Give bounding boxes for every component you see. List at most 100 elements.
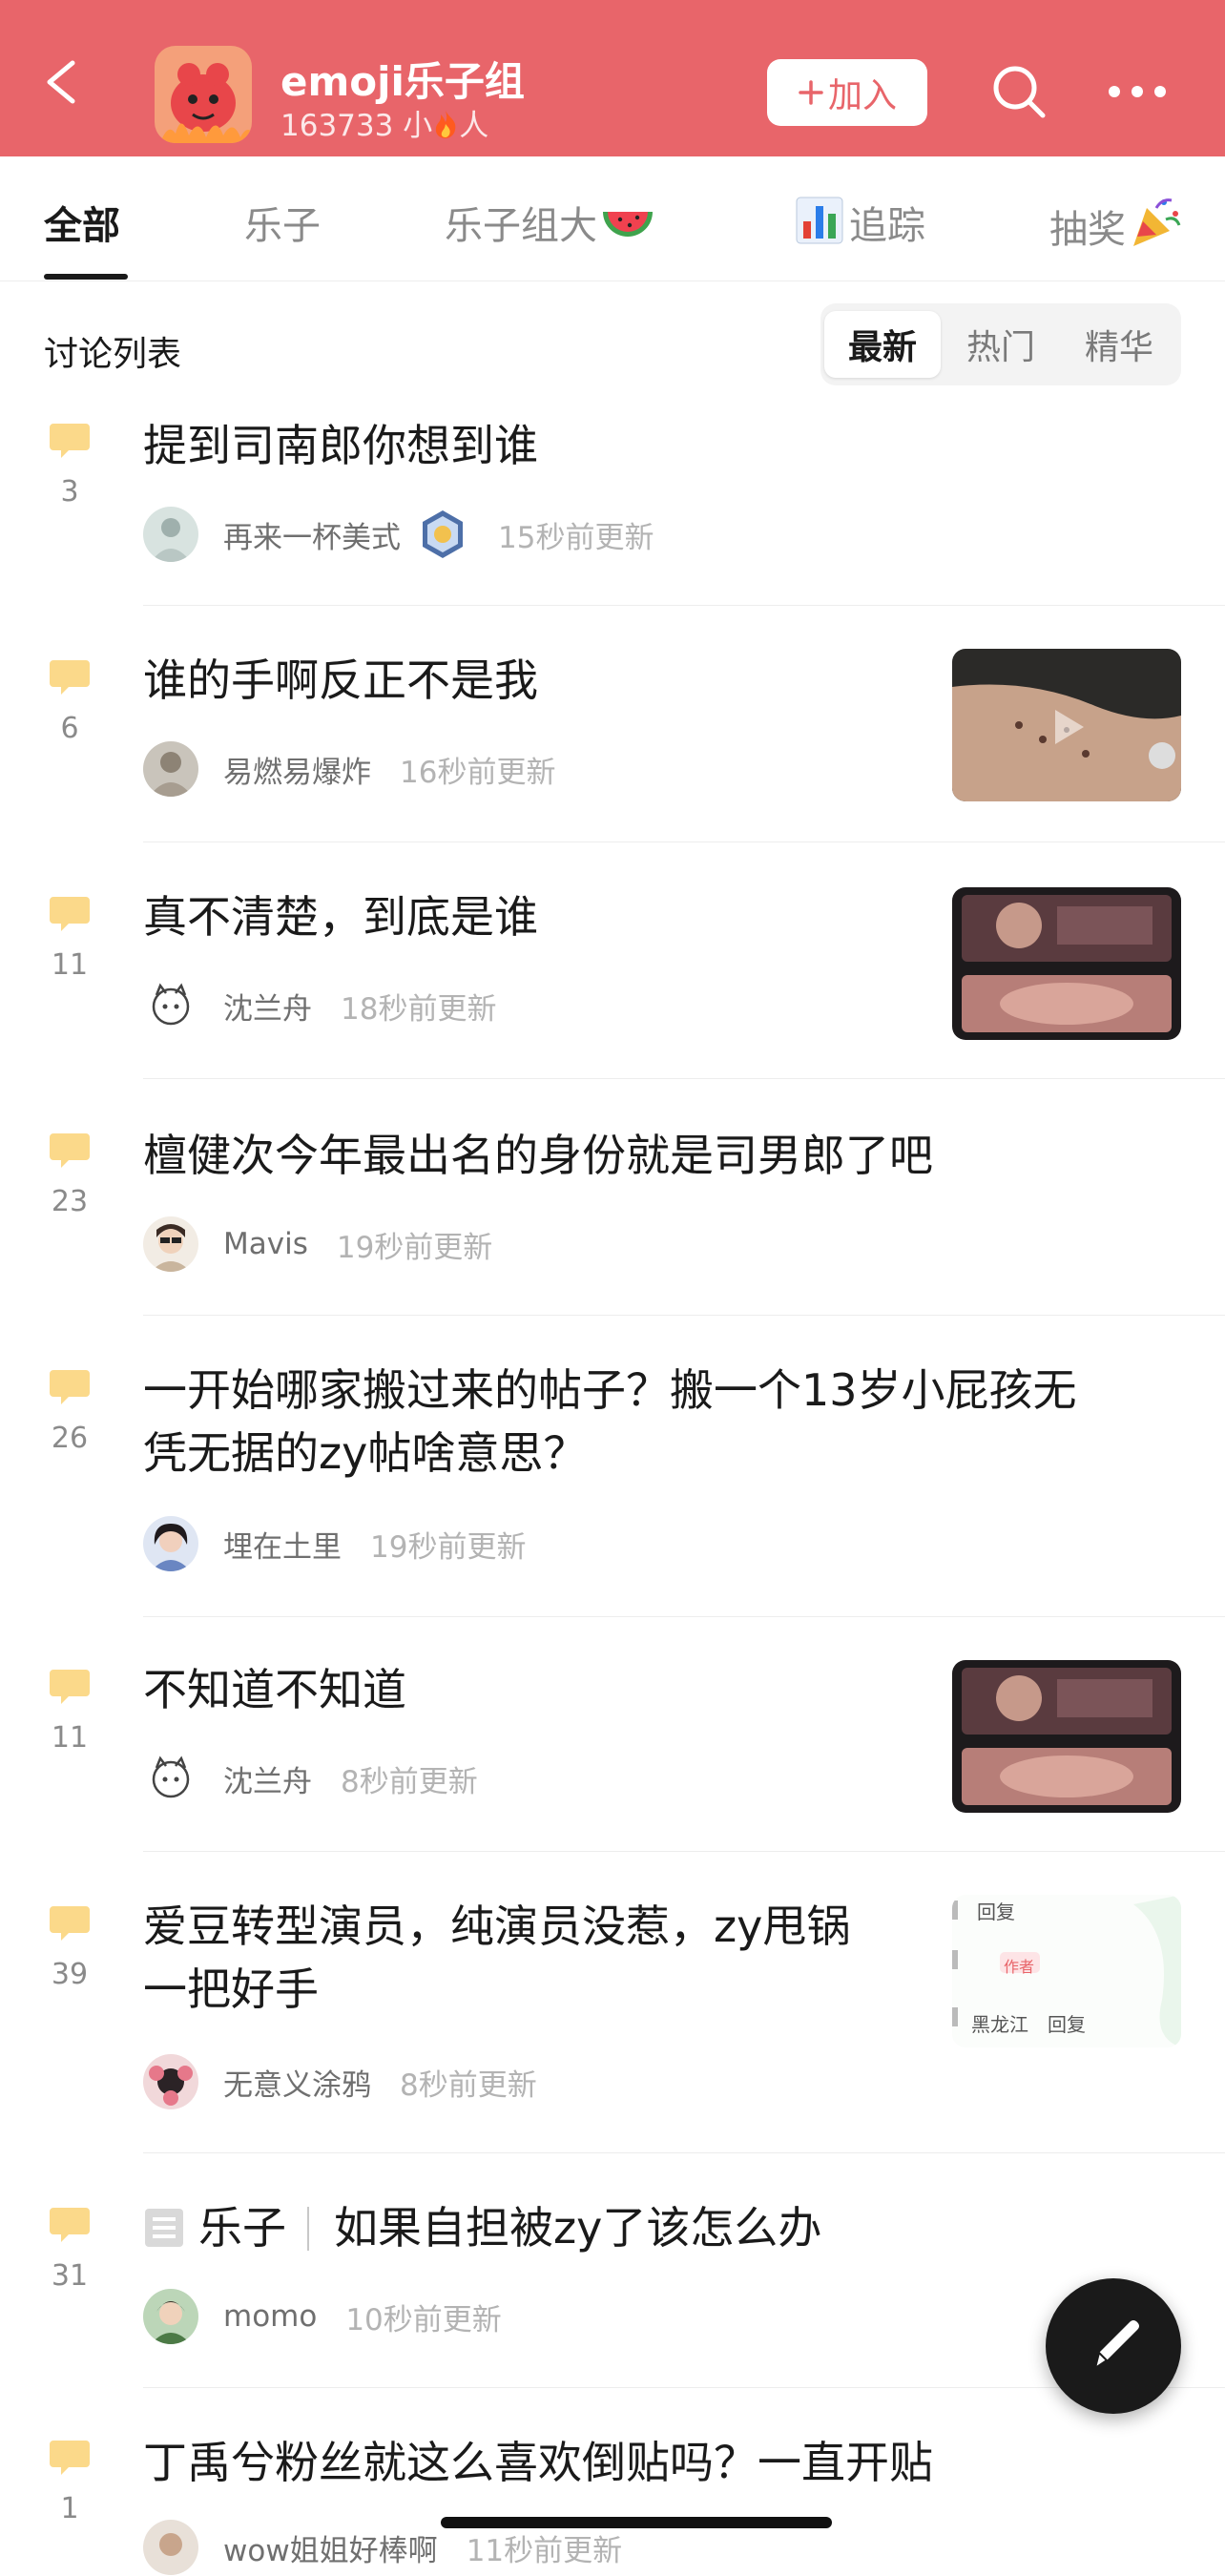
comment-count: 26: [51, 1422, 89, 1455]
divider: [143, 1078, 1225, 1079]
author-name[interactable]: Mavis: [223, 1227, 308, 1261]
post-thumbnail[interactable]: [952, 1660, 1181, 1813]
home-indicator: [441, 2517, 832, 2528]
post-title-line: 爱豆转型演员，纯演员没惹，zy甩锅: [143, 1901, 851, 1952]
author-name[interactable]: 沈兰舟: [223, 985, 312, 1028]
divider: [143, 1616, 1225, 1617]
post-title[interactable]: 一开始哪家搬过来的帖子？搬一个13岁小屁孩无 凭无据的zy帖啥意思？: [143, 1359, 1193, 1485]
author-name[interactable]: 无意义涂鸦: [223, 2061, 371, 2104]
author-name[interactable]: momo: [223, 2299, 317, 2334]
update-time: 19秒前更新: [336, 1230, 493, 1265]
tab-all[interactable]: 全部: [44, 195, 120, 250]
plus-icon: [799, 80, 823, 105]
author-name[interactable]: 沈兰舟: [223, 1757, 312, 1800]
comment-icon: [50, 660, 90, 695]
thumb-text: 回复: [1048, 2013, 1086, 2036]
avatar[interactable]: [143, 1216, 198, 1272]
tab-label: 追踪: [849, 204, 925, 248]
avatar[interactable]: [143, 2520, 198, 2575]
search-icon[interactable]: [990, 63, 1048, 120]
category-separator: [307, 2207, 309, 2251]
comment-icon: [50, 1370, 90, 1404]
post-title[interactable]: 提到司南郎你想到谁: [143, 414, 538, 477]
chevron-left-icon[interactable]: [42, 59, 80, 105]
comment-count: 1: [60, 2492, 79, 2525]
author-name[interactable]: wow姐姐好棒啊: [223, 2526, 438, 2569]
comment-count: 3: [60, 475, 79, 509]
sort-latest[interactable]: 最新: [824, 311, 941, 378]
member-label-post: 人: [459, 109, 489, 143]
sort-featured[interactable]: 精华: [1061, 311, 1177, 378]
post-meta: 沈兰舟 8秒前更新: [143, 1750, 478, 1807]
avatar[interactable]: [143, 1751, 198, 1806]
post-title[interactable]: 檀健次今年最出名的身份就是司男郎了吧: [143, 1124, 933, 1187]
post-meta: 埋在土里 19秒前更新: [143, 1515, 526, 1572]
bar-chart-icon: [796, 197, 843, 244]
thumb-text: 作者: [1004, 1958, 1035, 1976]
avatar[interactable]: [143, 507, 198, 562]
update-time: 15秒前更新: [498, 520, 654, 555]
update-time: 8秒前更新: [400, 2067, 537, 2103]
post-title[interactable]: 真不清楚，到底是谁: [143, 885, 538, 948]
avatar[interactable]: [143, 1516, 198, 1571]
post-meta: momo 10秒前更新: [143, 2288, 502, 2345]
comment-icon: [50, 1133, 90, 1168]
sort-segmented-control: 最新 热门 精华: [820, 303, 1181, 385]
post-thumbnail[interactable]: [952, 649, 1181, 801]
member-label-pre: 小: [403, 109, 433, 143]
more-icon[interactable]: [1107, 80, 1168, 103]
post-meta: Mavis 19秒前更新: [143, 1215, 492, 1273]
group-name: emoji乐子组: [280, 58, 525, 105]
comment-icon: [50, 897, 90, 931]
author-name[interactable]: 易燃易爆炸: [223, 748, 371, 791]
avatar[interactable]: [143, 2054, 198, 2109]
comment-count: 23: [51, 1185, 89, 1218]
author-name[interactable]: 埋在土里: [223, 1523, 342, 1566]
avatar[interactable]: [143, 978, 198, 1033]
tab-lottery[interactable]: 抽奖: [1049, 195, 1183, 254]
post-category[interactable]: 乐子: [198, 2202, 286, 2254]
avatar[interactable]: [143, 741, 198, 797]
tab-lezi[interactable]: 乐子: [244, 195, 321, 250]
post-title-line: 凭无据的zy帖啥意思？: [143, 1427, 588, 1479]
divider: [143, 841, 1225, 842]
sort-hot[interactable]: 热门: [943, 311, 1059, 378]
active-tab-indicator: [44, 274, 128, 280]
group-header: emoji乐子组 163733 小人 加入: [0, 0, 1225, 156]
tab-label: 乐子组大: [445, 204, 597, 248]
comment-count: 39: [51, 1958, 89, 1991]
divider: [143, 1315, 1225, 1316]
update-time: 8秒前更新: [341, 1764, 478, 1799]
post-title[interactable]: 爱豆转型演员，纯演员没惹，zy甩锅 一把好手: [143, 1895, 935, 2021]
post-title[interactable]: 不知道不知道: [143, 1658, 406, 1721]
update-time: 18秒前更新: [341, 991, 497, 1027]
comment-icon: [50, 1906, 90, 1941]
fire-icon: [436, 111, 456, 138]
comment-icon: [50, 424, 90, 458]
join-label: 加入: [827, 76, 897, 115]
comment-icon: [50, 1670, 90, 1704]
group-avatar[interactable]: [155, 46, 252, 143]
badge-icon: [423, 510, 463, 558]
update-time: 10秒前更新: [345, 2302, 502, 2337]
comment-icon: [50, 2208, 90, 2242]
post-title[interactable]: 谁的手啊反正不是我: [143, 649, 538, 712]
post-thumbnail[interactable]: 回复 作者 黑龙江 回复: [952, 1895, 1181, 2047]
divider: [143, 2152, 1225, 2153]
tab-label: 抽奖: [1049, 208, 1126, 252]
compose-button[interactable]: [1046, 2278, 1181, 2414]
post-title[interactable]: 乐子 如果自担被zy了该怎么办: [143, 2196, 821, 2259]
post-thumbnail[interactable]: [952, 887, 1181, 1040]
member-count: 163733 小人: [280, 101, 488, 144]
post-title-line: 一把好手: [143, 1963, 319, 2015]
party-popper-icon: [1133, 198, 1181, 246]
tab-tracking[interactable]: 追踪: [796, 195, 925, 250]
pen-icon: [1093, 2320, 1139, 2371]
join-button[interactable]: 加入: [767, 59, 927, 126]
post-meta: 易燃易爆炸 16秒前更新: [143, 740, 555, 798]
tab-lezi-zuda[interactable]: 乐子组大: [445, 195, 654, 250]
post-title[interactable]: 丁禹兮粉丝就这么喜欢倒贴吗？一直开贴: [143, 2431, 933, 2494]
author-name[interactable]: 再来一杯美式: [223, 513, 401, 556]
avatar[interactable]: [143, 2289, 198, 2344]
update-time: 11秒前更新: [466, 2533, 623, 2568]
